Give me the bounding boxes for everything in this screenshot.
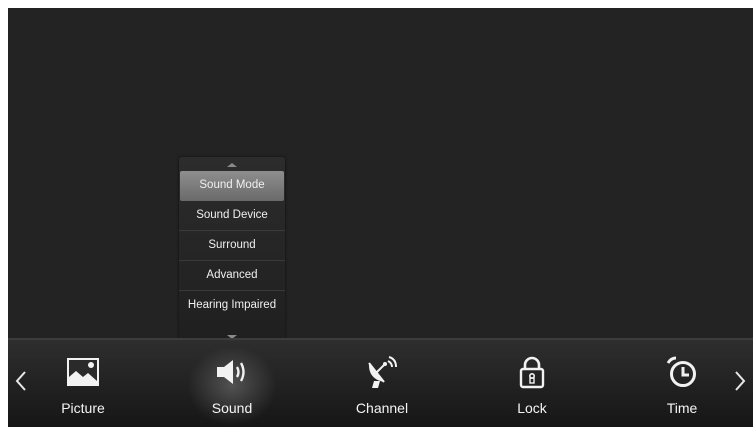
main-menu-bar: Picture Sound Channel Lock Time xyxy=(8,338,753,427)
tv-screen: Sound Mode Sound Device Surround Advance… xyxy=(8,8,753,427)
submenu-item-advanced[interactable]: Advanced xyxy=(179,261,285,291)
submenu-item-hearing-impaired[interactable]: Hearing Impaired xyxy=(179,291,285,321)
submenu-list: Sound Mode Sound Device Surround Advance… xyxy=(179,171,285,321)
menu-item-channel[interactable]: Channel xyxy=(332,340,432,427)
submenu-item-sound-mode[interactable]: Sound Mode xyxy=(180,171,284,201)
menu-label-channel: Channel xyxy=(355,400,409,416)
submenu-item-sound-device[interactable]: Sound Device xyxy=(179,201,285,231)
chevron-left-icon[interactable] xyxy=(14,370,28,392)
chevron-right-icon[interactable] xyxy=(733,370,747,392)
menu-item-time[interactable]: Time xyxy=(632,340,732,427)
sound-submenu: Sound Mode Sound Device Surround Advance… xyxy=(179,157,285,345)
menu-item-lock[interactable]: Lock xyxy=(482,340,582,427)
menu-label-sound: Sound xyxy=(211,400,253,416)
menu-item-sound[interactable]: Sound xyxy=(182,340,282,427)
menu-label-picture: Picture xyxy=(61,400,105,416)
picture-icon xyxy=(65,354,101,390)
menu-label-lock: Lock xyxy=(517,400,547,416)
satellite-dish-icon xyxy=(364,354,400,390)
submenu-item-surround[interactable]: Surround xyxy=(179,231,285,261)
alarm-clock-icon xyxy=(664,354,700,390)
speaker-icon xyxy=(214,354,250,390)
menu-item-picture[interactable]: Picture xyxy=(33,340,133,427)
lock-icon xyxy=(514,354,550,390)
menu-label-time: Time xyxy=(666,400,698,416)
scroll-up-arrow-icon[interactable] xyxy=(179,159,285,171)
